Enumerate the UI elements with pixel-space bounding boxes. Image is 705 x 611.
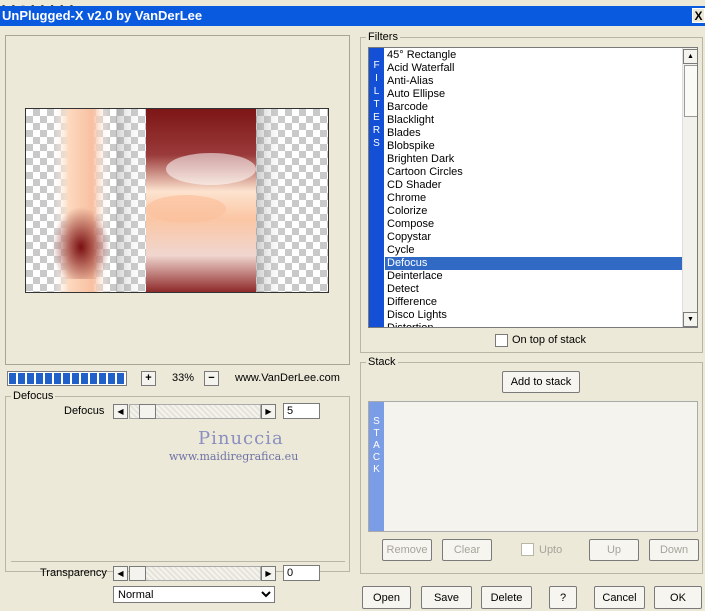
ok-button[interactable]: OK <box>654 586 702 609</box>
transparency-slider-left-arrow[interactable]: ◀ <box>113 566 128 581</box>
filter-list-item[interactable]: Distortion <box>385 322 682 327</box>
scroll-down-arrow[interactable]: ▼ <box>683 312 697 327</box>
website-label[interactable]: www.VanDerLee.com <box>235 372 340 384</box>
filters-scrollbar[interactable]: ▲ ▼ <box>682 48 697 327</box>
close-button[interactable]: X <box>692 8 705 23</box>
defocus-slider-thumb[interactable] <box>139 404 156 419</box>
background-window-strip: ▪ ▪ ▫ ▪ ▪ ▪ ▪ ▪ <box>0 0 705 6</box>
scroll-up-arrow[interactable]: ▲ <box>683 49 697 64</box>
filter-list-item[interactable]: Blobspike <box>385 140 682 153</box>
open-label: Open <box>373 591 400 604</box>
filters-side-letter: I <box>375 73 378 84</box>
filters-side-letter: L <box>373 86 380 97</box>
clear-button[interactable]: Clear <box>442 539 492 561</box>
defocus-value-field[interactable]: 5 <box>283 403 320 419</box>
preview-image[interactable] <box>25 108 329 293</box>
stack-vertical-label: STACK <box>369 402 384 531</box>
filter-list-item[interactable]: 45° Rectangle <box>385 49 682 62</box>
filter-list-item[interactable]: CD Shader <box>385 179 682 192</box>
on-top-of-stack-label: On top of stack <box>512 334 586 346</box>
effect-parameters-group <box>5 396 350 572</box>
upto-label: Upto <box>539 544 563 556</box>
upto-checkbox[interactable] <box>521 543 534 556</box>
open-button[interactable]: Open <box>362 586 411 609</box>
zoom-out-button[interactable]: − <box>204 371 219 386</box>
filter-list-item[interactable]: Colorize <box>385 205 682 218</box>
divider <box>11 561 345 562</box>
filter-list-item[interactable]: Difference <box>385 296 682 309</box>
transparency-value-field[interactable]: 0 <box>283 565 320 581</box>
transparency-slider-track[interactable] <box>129 566 261 581</box>
window-title: UnPlugged-X v2.0 by VanDerLee <box>2 8 203 23</box>
filters-side-letter: R <box>372 125 381 136</box>
delete-label: Delete <box>490 591 523 604</box>
stack-group-title: Stack <box>366 356 398 368</box>
up-button[interactable]: Up <box>589 539 639 561</box>
preview-artwork <box>52 109 286 292</box>
scroll-thumb[interactable] <box>684 65 697 117</box>
filter-list-item[interactable]: Chrome <box>385 192 682 205</box>
filter-list-item[interactable]: Anti-Alias <box>385 75 682 88</box>
filters-side-letter: S <box>373 138 380 149</box>
ok-label: OK <box>670 591 686 604</box>
filter-list-item[interactable]: Compose <box>385 218 682 231</box>
add-to-stack-label: Add to stack <box>510 376 572 388</box>
filters-side-letter: T <box>373 99 380 110</box>
filter-list-item[interactable]: Acid Waterfall <box>385 62 682 75</box>
filter-list-item[interactable]: Auto Ellipse <box>385 88 682 101</box>
cancel-label: Cancel <box>602 591 637 604</box>
stack-side-letter: S <box>373 416 380 427</box>
stack-side-letter: T <box>373 428 380 439</box>
filter-list-item[interactable]: Blacklight <box>385 114 682 127</box>
filter-list-item[interactable]: Copystar <box>385 231 682 244</box>
filters-vertical-label: FILTERS <box>369 48 384 327</box>
delete-button[interactable]: Delete <box>481 586 532 609</box>
defocus-slider-left-arrow[interactable]: ◀ <box>113 404 128 419</box>
effect-group-title: Defocus <box>11 390 56 402</box>
stack-side-letter: A <box>373 440 380 451</box>
cancel-button[interactable]: Cancel <box>594 586 645 609</box>
watermark-url: www.maidiregrafica.eu <box>169 450 299 463</box>
filters-side-letter: E <box>373 112 380 123</box>
filter-list-item[interactable]: Cartoon Circles <box>385 166 682 179</box>
down-label: Down <box>659 544 689 556</box>
clear-label: Clear <box>453 544 481 556</box>
stack-side-letter: C <box>372 452 381 463</box>
filter-list-item[interactable]: Brighten Dark <box>385 153 682 166</box>
on-top-of-stack-checkbox[interactable] <box>495 334 508 347</box>
remove-label: Remove <box>386 544 428 556</box>
filter-list-item[interactable]: Detect <box>385 283 682 296</box>
zoom-in-button[interactable]: + <box>141 371 156 386</box>
remove-button[interactable]: Remove <box>382 539 432 561</box>
add-to-stack-button[interactable]: Add to stack <box>502 371 580 393</box>
zoom-progress-bar <box>7 371 127 386</box>
filters-list[interactable]: FILTERS 45° Rectangle Acid Waterfall Anti-… <box>368 47 698 328</box>
filter-items: 45° Rectangle Acid Waterfall Anti-Alias Aut… <box>385 49 682 327</box>
transparency-slider-thumb[interactable] <box>129 566 146 581</box>
filter-list-item[interactable]: Deinterlace <box>385 270 682 283</box>
stack-list[interactable]: STACK <box>368 401 698 532</box>
filters-group-title: Filters <box>366 31 400 43</box>
help-button[interactable]: ? <box>549 586 577 609</box>
filter-list-item[interactable]: Defocus <box>385 257 682 270</box>
help-label: ? <box>559 591 567 604</box>
defocus-param-label: Defocus <box>64 405 105 417</box>
filter-list-item[interactable]: Cycle <box>385 244 682 257</box>
filter-list-item[interactable]: Barcode <box>385 101 682 114</box>
transparency-slider-right-arrow[interactable]: ▶ <box>261 566 276 581</box>
save-button[interactable]: Save <box>421 586 472 609</box>
down-button[interactable]: Down <box>649 539 699 561</box>
watermark-name: Pinuccia <box>198 428 284 449</box>
filters-side-letter: F <box>373 60 380 71</box>
background-window-glyphs: ▪ ▪ ▫ ▪ ▪ ▪ ▪ ▪ <box>2 1 76 6</box>
filter-list-item[interactable]: Disco Lights <box>385 309 682 322</box>
up-label: Up <box>606 544 622 556</box>
save-label: Save <box>433 591 460 604</box>
stack-side-letter: K <box>373 464 380 475</box>
filter-list-item[interactable]: Blades <box>385 127 682 140</box>
blend-mode-select[interactable]: Normal <box>113 586 275 603</box>
zoom-value: 33% <box>163 371 203 386</box>
transparency-label: Transparency <box>40 567 107 579</box>
defocus-slider-right-arrow[interactable]: ▶ <box>261 404 276 419</box>
